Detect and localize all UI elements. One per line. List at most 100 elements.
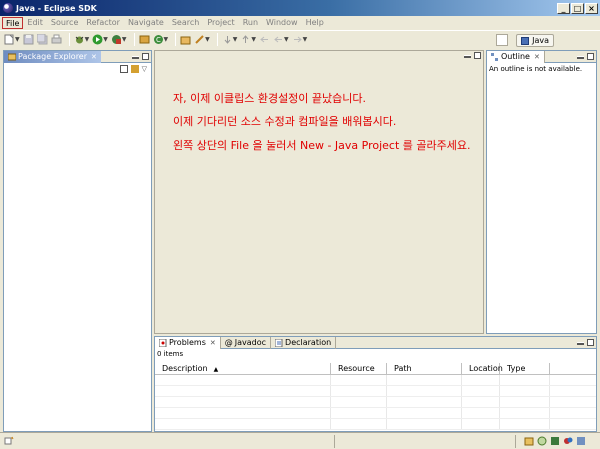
close-button[interactable]: × (585, 2, 598, 14)
menu-search[interactable]: Search (168, 17, 203, 29)
forward-icon[interactable] (292, 34, 303, 45)
tasks-icon[interactable] (524, 436, 534, 446)
problems-icon (158, 338, 167, 347)
column-path[interactable]: Path (387, 363, 462, 374)
open-perspective-button[interactable] (496, 34, 508, 46)
bookmarks-icon[interactable] (563, 436, 573, 446)
save-icon[interactable] (23, 34, 34, 45)
package-explorer-label: Package Explorer (18, 52, 88, 61)
main-toolbar: ▼ ▼ ▼ ▼ C ▼ ▼ ▼ ▼ ▼ ▼ Java (0, 30, 600, 48)
link-with-editor-icon[interactable] (130, 65, 139, 73)
search-icon[interactable] (194, 34, 205, 45)
problems-label: Problems (169, 338, 206, 347)
package-explorer-panel: Package Explorer ✕ ▽ (3, 50, 152, 432)
status-bar (0, 432, 600, 449)
column-location[interactable]: Location (462, 363, 503, 374)
menu-refactor[interactable]: Refactor (82, 17, 124, 29)
outline-empty-message: An outline is not available. (489, 65, 583, 73)
new-java-class-icon[interactable]: C (153, 34, 164, 45)
svg-text:C: C (156, 36, 161, 44)
instruction-line-3: 왼쪽 상단의 File 을 눌러서 New - Java Project 를 골… (173, 139, 471, 152)
external-tools-icon[interactable] (111, 34, 122, 45)
hierarchy-icon[interactable] (576, 436, 586, 446)
outline-icon (491, 52, 499, 61)
tab-problems[interactable]: Problems ✕ (155, 336, 221, 349)
table-row (155, 397, 596, 408)
menu-help[interactable]: Help (302, 17, 328, 29)
save-all-icon[interactable] (36, 33, 48, 45)
tab-javadoc[interactable]: @ Javadoc (221, 336, 272, 349)
last-edit-location-icon[interactable] (259, 34, 270, 45)
outline-panel: Outline ✕ An outline is not available. (486, 50, 597, 334)
column-type[interactable]: Type (500, 363, 550, 374)
new-java-package-icon[interactable] (139, 34, 150, 45)
column-description-label: Description (162, 364, 208, 373)
java-perspective-icon (521, 36, 530, 45)
menu-bar: File Edit Source Refactor Navigate Searc… (0, 16, 600, 30)
table-row (155, 375, 596, 386)
menu-edit[interactable]: Edit (23, 17, 47, 29)
package-explorer-icon (7, 53, 17, 61)
previous-annotation-icon[interactable] (240, 34, 251, 45)
menu-source[interactable]: Source (47, 17, 82, 29)
minimize-view-icon[interactable] (577, 342, 584, 345)
window-title: Java - Eclipse SDK (16, 3, 97, 13)
minimize-button[interactable]: _ (557, 2, 570, 14)
menu-run[interactable]: Run (239, 17, 262, 29)
status-separator (334, 434, 335, 448)
tab-declaration[interactable]: Declaration (271, 336, 337, 349)
table-row (155, 386, 596, 397)
tab-outline[interactable]: Outline ✕ (487, 50, 545, 63)
collapse-all-icon[interactable] (119, 65, 128, 73)
instruction-line-2: 이제 기다리던 소스 수정과 컴파일을 배워봅시다. (173, 115, 397, 128)
maximize-button[interactable]: □ (571, 2, 584, 14)
fast-view-icon[interactable] (4, 436, 14, 446)
menu-project[interactable]: Project (203, 17, 238, 29)
maximize-view-icon[interactable] (142, 53, 149, 60)
open-type-icon[interactable] (180, 34, 191, 45)
close-icon[interactable]: ✕ (534, 53, 540, 61)
minimize-view-icon[interactable] (132, 56, 139, 59)
menu-window[interactable]: Window (262, 17, 302, 29)
debug-icon[interactable] (74, 34, 85, 45)
print-icon[interactable] (51, 34, 62, 45)
table-row (155, 408, 596, 419)
table-header: Description ▲ Resource Path Location Type (155, 363, 596, 375)
javadoc-label: Javadoc (234, 338, 267, 347)
column-resource[interactable]: Resource (331, 363, 387, 374)
problems-count: 0 items (157, 350, 184, 358)
toolbar-separator (133, 33, 135, 46)
java-perspective-label: Java (532, 36, 549, 45)
menu-file[interactable]: File (2, 17, 24, 29)
maximize-editor-icon[interactable] (474, 52, 481, 59)
problems-table[interactable]: Description ▲ Resource Path Location Type (155, 363, 596, 431)
close-icon[interactable]: ✕ (91, 53, 97, 61)
minimize-editor-icon[interactable] (464, 55, 471, 58)
console-icon[interactable] (550, 436, 560, 446)
progress-icon[interactable] (537, 436, 547, 446)
status-separator (515, 434, 516, 448)
run-icon[interactable] (92, 34, 103, 45)
maximize-view-icon[interactable] (587, 53, 594, 60)
maximize-view-icon[interactable] (587, 339, 594, 346)
declaration-label: Declaration (285, 338, 332, 347)
menu-navigate[interactable]: Navigate (124, 17, 168, 29)
problems-panel: Problems ✕ @ Javadoc Declaration 0 items… (154, 336, 597, 432)
toolbar-separator (175, 33, 177, 46)
next-annotation-icon[interactable] (222, 34, 233, 45)
eclipse-app-icon (3, 3, 13, 13)
java-perspective-button[interactable]: Java (516, 34, 554, 47)
close-icon[interactable]: ✕ (210, 339, 216, 347)
toolbar-separator (216, 33, 218, 46)
toolbar-separator (68, 33, 70, 46)
outline-label: Outline (501, 52, 530, 61)
view-menu-icon[interactable]: ▽ (142, 65, 147, 73)
title-bar[interactable]: Java - Eclipse SDK _ □ × (0, 0, 600, 16)
column-description[interactable]: Description ▲ (155, 363, 331, 374)
tab-package-explorer[interactable]: Package Explorer ✕ (4, 50, 101, 63)
back-icon[interactable] (273, 34, 284, 45)
new-icon[interactable] (4, 34, 15, 45)
minimize-view-icon[interactable] (577, 56, 584, 59)
table-row (155, 419, 596, 430)
editor-area[interactable]: 자, 이제 이클립스 환경설정이 끝났습니다. 이제 기다리던 소스 수정과 컴… (154, 50, 484, 334)
